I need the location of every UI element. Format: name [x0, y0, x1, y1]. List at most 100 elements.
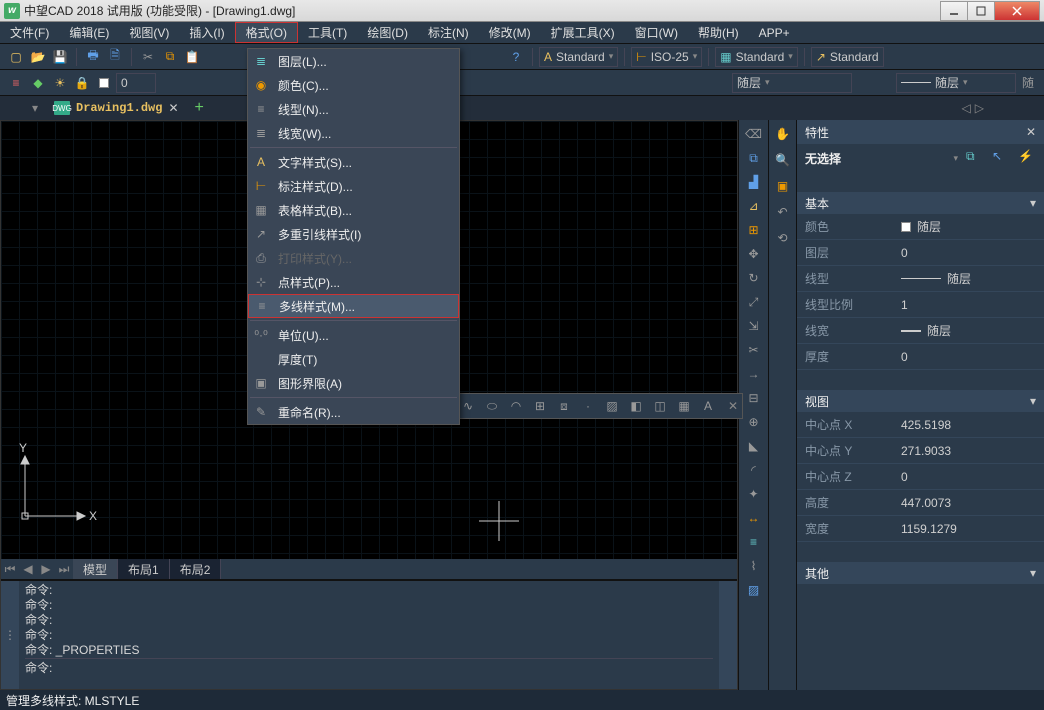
insert-block-tool-icon[interactable]: ⊞ — [530, 396, 550, 416]
prop-center-x[interactable]: 中心点 X425.5198 — [797, 412, 1044, 438]
menu-table-style[interactable]: ▦表格样式(B)... — [248, 198, 459, 222]
menu-point-style[interactable]: ⊹点样式(P)... — [248, 270, 459, 294]
copy-icon[interactable]: ⧉ — [160, 47, 180, 67]
orbit-icon[interactable]: ⟲ — [773, 228, 793, 248]
break-icon[interactable]: ⊟ — [744, 388, 764, 408]
menu-linetype[interactable]: ≡线型(N)... — [248, 97, 459, 121]
fillet-icon[interactable]: ◜ — [744, 460, 764, 480]
menu-rename[interactable]: ✎重命名(R)... — [248, 400, 459, 424]
zoom-rt-icon[interactable]: 🔍 — [773, 150, 793, 170]
bylayer-extra-icon[interactable]: 随 — [1018, 73, 1038, 93]
doc-nav-left-icon[interactable]: ◁ — [962, 101, 971, 115]
command-window[interactable]: ⋮ 命令: 命令: 命令: 命令: 命令: _PROPERTIES 命令: — [1, 579, 737, 689]
toggle-pickadd-icon[interactable]: ⚡ — [1018, 149, 1036, 167]
close-tab-icon[interactable]: ✕ — [168, 101, 178, 115]
layer-state-icon[interactable]: ◆ — [28, 73, 48, 93]
copy-obj-icon[interactable]: ⧉ — [744, 148, 764, 168]
explode-icon[interactable]: ✦ — [744, 484, 764, 504]
mtext-tool-icon[interactable]: A — [698, 396, 718, 416]
tab-last-icon[interactable]: ⏭ — [55, 559, 73, 579]
table-tool-icon[interactable]: ▦ — [674, 396, 694, 416]
stretch-icon[interactable]: ⇲ — [744, 316, 764, 336]
region-tool-icon[interactable]: ◫ — [650, 396, 670, 416]
menu-units[interactable]: ⁰·⁰单位(U)... — [248, 323, 459, 347]
text-style-combo[interactable]: AStandard▾ — [539, 47, 618, 67]
extend-icon[interactable]: → — [744, 364, 764, 384]
document-tab[interactable]: DWG Drawing1.dwg ✕ — [46, 97, 186, 119]
select-objects-icon[interactable]: ↖ — [992, 149, 1010, 167]
prop-layer[interactable]: 图层0 — [797, 240, 1044, 266]
gradient-tool-icon[interactable]: ◧ — [626, 396, 646, 416]
save-icon[interactable]: 💾 — [50, 47, 70, 67]
prop-thickness[interactable]: 厚度0 — [797, 344, 1044, 370]
props-section-other[interactable]: 其他▾ — [797, 562, 1044, 584]
hatch-tool-icon[interactable]: ▨ — [602, 396, 622, 416]
open-icon[interactable]: 📂 — [28, 47, 48, 67]
prop-height[interactable]: 高度447.0073 — [797, 490, 1044, 516]
print-icon[interactable]: 🖶 — [83, 47, 103, 67]
menu-modify[interactable]: 修改(M) — [479, 22, 541, 43]
cut-icon[interactable]: ✂ — [138, 47, 158, 67]
tab-next-icon[interactable]: ▶ — [37, 559, 55, 579]
prop-center-y[interactable]: 中心点 Y271.9033 — [797, 438, 1044, 464]
bylayer-combo-1[interactable]: 随层▾ — [732, 73, 852, 93]
toolbar-close-icon[interactable]: ✕ — [728, 399, 738, 413]
help-icon[interactable]: ? — [506, 47, 526, 67]
tab-model[interactable]: 模型 — [73, 559, 118, 579]
point-tool-icon[interactable]: · — [578, 396, 598, 416]
close-button[interactable] — [994, 1, 1040, 21]
minimize-button[interactable] — [940, 1, 968, 21]
properties-header[interactable]: 特性 ✕ — [797, 120, 1044, 144]
menu-mline-style[interactable]: ≡多线样式(M)... — [248, 294, 459, 318]
bylayer-combo-2[interactable]: 随层▾ — [896, 73, 1016, 93]
doc-tab-menu-icon[interactable]: ▾ — [32, 101, 38, 115]
mirror-icon[interactable]: ▟ — [744, 172, 764, 192]
menu-dim-style[interactable]: ⊢标注样式(D)... — [248, 174, 459, 198]
preview-icon[interactable]: 🗎 — [105, 47, 125, 67]
tab-layout1[interactable]: 布局1 — [118, 559, 170, 579]
prop-center-z[interactable]: 中心点 Z0 — [797, 464, 1044, 490]
menu-window[interactable]: 窗口(W) — [625, 22, 688, 43]
command-input[interactable]: 命令: — [25, 658, 713, 676]
layer-freeze-icon[interactable]: ☀ — [50, 73, 70, 93]
tab-first-icon[interactable]: ⏮ — [1, 559, 19, 579]
chamfer-icon[interactable]: ◣ — [744, 436, 764, 456]
trim-icon[interactable]: ✂ — [744, 340, 764, 360]
make-block-tool-icon[interactable]: ⧈ — [554, 396, 574, 416]
edit-pline-icon[interactable]: ⌇ — [744, 556, 764, 576]
menu-lineweight[interactable]: ≣线宽(W)... — [248, 121, 459, 145]
rotate-icon[interactable]: ↻ — [744, 268, 764, 288]
mleader-style-combo[interactable]: ↗Standard — [811, 47, 884, 67]
menu-dimension[interactable]: 标注(N) — [418, 22, 479, 43]
menu-help[interactable]: 帮助(H) — [688, 22, 749, 43]
props-section-view[interactable]: 视图▾ — [797, 390, 1044, 412]
zoom-win-icon[interactable]: ▣ — [773, 176, 793, 196]
command-scrollbar[interactable] — [719, 581, 737, 689]
layer-index-combo[interactable]: 0 — [116, 73, 156, 93]
dim-style-combo[interactable]: ⊢ISO-25▾ — [631, 47, 702, 67]
paste-icon[interactable]: 📋 — [182, 47, 202, 67]
align-icon[interactable]: ≡ — [744, 532, 764, 552]
zoom-prev-icon[interactable]: ↶ — [773, 202, 793, 222]
offset-icon[interactable]: ⊿ — [744, 196, 764, 216]
quick-select-icon[interactable]: ⧉ — [966, 149, 984, 167]
lengthen-icon[interactable]: ↔ — [744, 508, 764, 528]
menu-view[interactable]: 视图(V) — [119, 22, 179, 43]
pan-icon[interactable]: ✋ — [773, 124, 793, 144]
menu-draw[interactable]: 绘图(D) — [357, 22, 418, 43]
prop-width[interactable]: 宽度1159.1279 — [797, 516, 1044, 542]
menu-file[interactable]: 文件(F) — [0, 22, 59, 43]
prop-ltscale[interactable]: 线型比例1 — [797, 292, 1044, 318]
new-icon[interactable]: ▢ — [6, 47, 26, 67]
menu-tools[interactable]: 工具(T) — [298, 22, 357, 43]
maximize-button[interactable] — [967, 1, 995, 21]
edit-hatch-icon[interactable]: ▨ — [744, 580, 764, 600]
layer-lock-icon[interactable]: 🔒 — [72, 73, 92, 93]
menu-limits[interactable]: ▣图形界限(A) — [248, 371, 459, 395]
table-style-combo[interactable]: ▦Standard▾ — [715, 47, 798, 67]
prop-color[interactable]: 颜色随层 — [797, 214, 1044, 240]
properties-close-icon[interactable]: ✕ — [1026, 125, 1036, 139]
layer-color-icon[interactable] — [94, 73, 114, 93]
menu-color[interactable]: ◉颜色(C)... — [248, 73, 459, 97]
array-icon[interactable]: ⊞ — [744, 220, 764, 240]
